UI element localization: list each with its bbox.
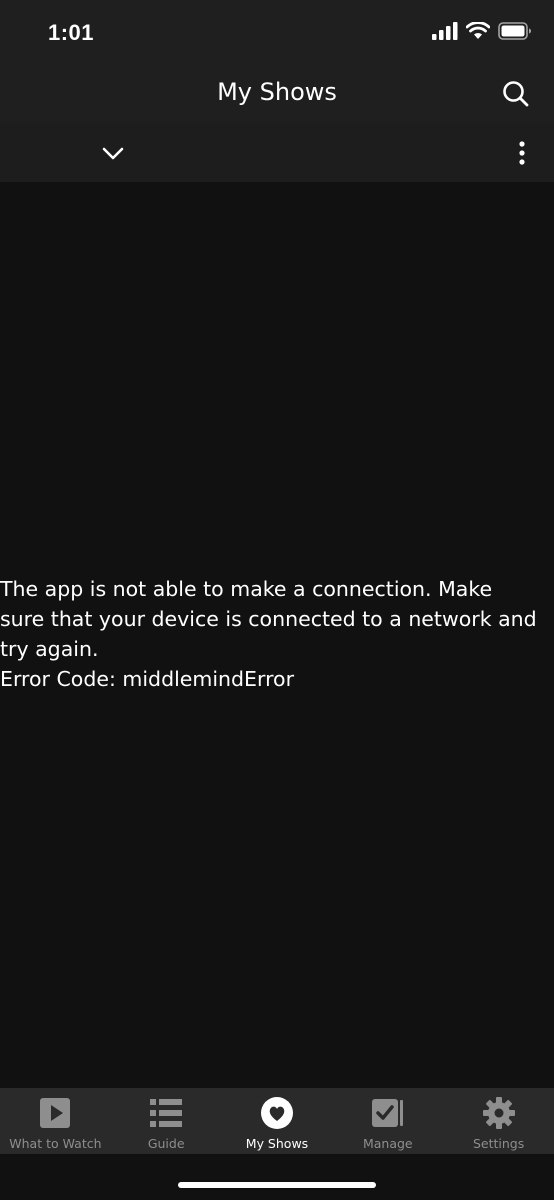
tab-label: What to Watch [9,1136,102,1151]
tab-label: My Shows [245,1136,309,1151]
more-options-button[interactable] [518,140,526,166]
checkbox-icon [371,1099,403,1127]
filter-dropdown[interactable] [100,140,126,166]
tab-label: Guide [147,1136,185,1151]
main-content: The app is not able to make a connection… [0,182,554,1088]
search-button[interactable] [500,78,532,110]
error-code: Error Code: middlemindError [0,667,295,691]
error-message: The app is not able to make a connection… [0,577,537,661]
home-indicator-area [0,1154,554,1200]
search-icon [503,81,529,107]
tab-what-to-watch[interactable]: What to Watch [0,1088,111,1154]
status-bar: 1:01 [0,0,554,66]
tab-settings[interactable]: Settings [443,1088,554,1154]
wifi-icon [466,22,490,39]
gear-icon [482,1097,515,1129]
list-icon [150,1099,183,1127]
more-vertical-icon [519,141,525,165]
signal-icon [432,22,458,40]
battery-icon [498,22,531,40]
top-nav-bar: My Shows [0,66,554,125]
tab-my-shows[interactable]: My Shows [222,1088,333,1154]
status-icons [432,22,532,40]
home-indicator[interactable] [178,1182,376,1188]
page-title: My Shows [217,78,337,106]
tab-label: Settings [472,1136,525,1151]
status-time: 1:01 [48,20,95,45]
tab-guide[interactable]: Guide [111,1088,222,1154]
heart-icon [260,1097,293,1129]
error-message-block: The app is not able to make a connection… [0,574,540,694]
tab-label: Manage [362,1136,413,1151]
play-icon [40,1098,71,1128]
bottom-tab-bar: What to Watch Guide My Shows Manage Sett… [0,1088,554,1154]
tab-manage[interactable]: Manage [332,1088,443,1154]
filter-bar [0,124,554,182]
chevron-down-icon [102,147,124,160]
